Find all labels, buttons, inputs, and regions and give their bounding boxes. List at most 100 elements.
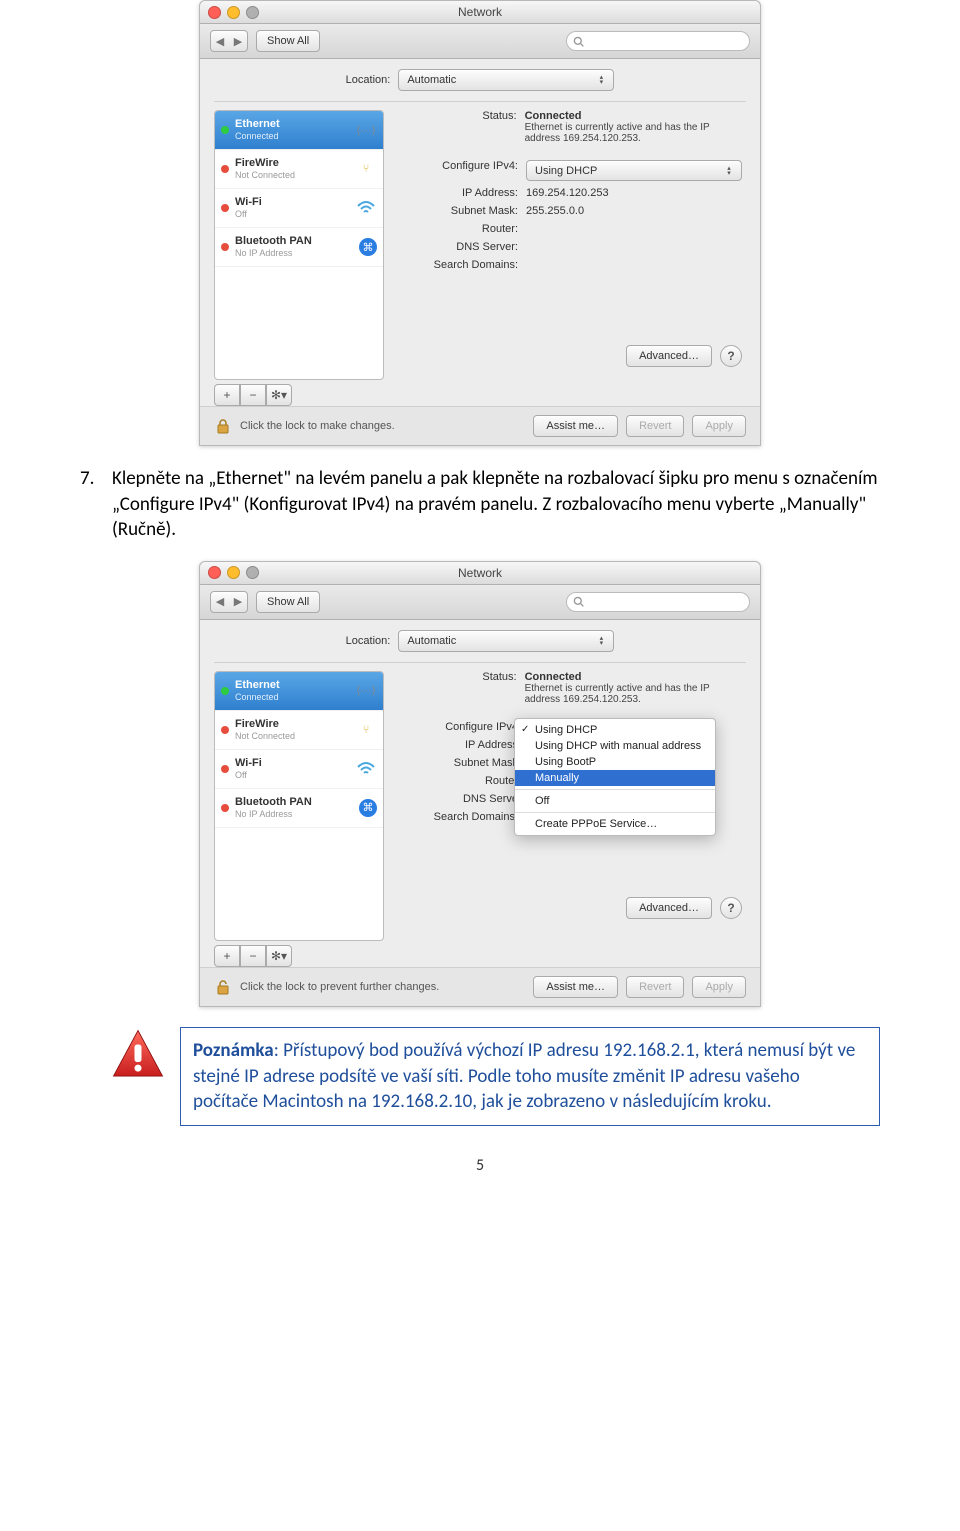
search-domains-label: Search Domains: bbox=[400, 811, 526, 823]
help-button[interactable]: ? bbox=[720, 897, 742, 919]
dns-server-label: DNS Serve bbox=[400, 793, 526, 805]
updown-icon: ▴▾ bbox=[595, 75, 607, 85]
sidebar-item-ethernet[interactable]: Ethernet Connected ⟨···⟩ bbox=[215, 111, 383, 150]
titlebar: Network bbox=[200, 562, 760, 585]
menu-item-bootp[interactable]: Using BootP bbox=[515, 754, 715, 770]
search-input[interactable] bbox=[566, 592, 750, 612]
lock-text: Click the lock to make changes. bbox=[240, 420, 525, 432]
status-dot-icon bbox=[221, 243, 229, 251]
add-interface-button[interactable]: + bbox=[214, 384, 240, 406]
interface-actions-button[interactable]: ✻▾ bbox=[266, 384, 292, 406]
step-7-text: 7. Klepněte na „Ethernet" na levém panel… bbox=[80, 466, 880, 543]
updown-icon: ▴▾ bbox=[723, 166, 735, 176]
note-block: Poznámka: Přístupový bod používá výchozí… bbox=[110, 1027, 880, 1126]
interface-sidebar: Ethernet Connected ⟨···⟩ FireWire Not Co… bbox=[214, 671, 384, 941]
location-value: Automatic bbox=[407, 635, 456, 647]
menu-item-off[interactable]: Off bbox=[515, 793, 715, 809]
sidebar-item-label: Wi-Fi bbox=[235, 757, 262, 769]
sidebar-item-firewire[interactable]: FireWire Not Connected ⑂ bbox=[215, 711, 383, 750]
status-dot-icon bbox=[221, 726, 229, 734]
menu-item-dhcp-manual[interactable]: Using DHCP with manual address bbox=[515, 738, 715, 754]
wifi-icon bbox=[355, 197, 377, 219]
sidebar-item-sub: Connected bbox=[235, 691, 280, 703]
router-label: Router: bbox=[400, 223, 526, 235]
toolbar: ◀▶ Show All bbox=[200, 585, 760, 620]
unlock-icon[interactable] bbox=[214, 978, 232, 996]
dns-server-label: DNS Server: bbox=[400, 241, 526, 253]
configure-ipv4-label: Configure IPv4: bbox=[400, 160, 526, 172]
sidebar-item-ethernet[interactable]: Ethernet Connected ⟨···⟩ bbox=[215, 672, 383, 711]
subnet-mask-label: Subnet Mask: bbox=[400, 205, 526, 217]
warning-icon bbox=[110, 1027, 166, 1083]
network-window-1: Network ◀▶ Show All Location: Automatic … bbox=[199, 0, 761, 446]
nav-back-forward[interactable]: ◀▶ bbox=[210, 591, 248, 613]
apply-button[interactable]: Apply bbox=[692, 415, 746, 437]
status-dot-icon bbox=[221, 165, 229, 173]
lock-text: Click the lock to prevent further change… bbox=[240, 981, 525, 993]
window-title: Network bbox=[200, 566, 760, 580]
sidebar-item-label: FireWire bbox=[235, 718, 295, 730]
sidebar-item-wifi[interactable]: Wi-Fi Off bbox=[215, 189, 383, 228]
sidebar-item-sub: Not Connected bbox=[235, 169, 295, 181]
sidebar-item-label: Bluetooth PAN bbox=[235, 796, 312, 808]
menu-separator bbox=[515, 812, 715, 813]
step-number: 7. bbox=[80, 466, 102, 543]
ip-address-value: 169.254.120.253 bbox=[526, 187, 609, 199]
sidebar-item-label: Ethernet bbox=[235, 679, 280, 691]
subnet-mask-label: Subnet Mask bbox=[400, 757, 526, 769]
status-label: Status: bbox=[400, 671, 525, 683]
step-body: Klepněte na „Ethernet" na levém panelu a… bbox=[112, 466, 880, 543]
sidebar-item-sub: Off bbox=[235, 769, 262, 781]
assist-me-button[interactable]: Assist me… bbox=[533, 415, 618, 437]
sidebar-item-wifi[interactable]: Wi-Fi Off bbox=[215, 750, 383, 789]
show-all-button[interactable]: Show All bbox=[256, 591, 320, 613]
updown-icon: ▴▾ bbox=[595, 636, 607, 646]
revert-button[interactable]: Revert bbox=[626, 415, 684, 437]
location-select[interactable]: Automatic ▴▾ bbox=[398, 630, 614, 652]
sidebar-item-sub: Not Connected bbox=[235, 730, 295, 742]
bluetooth-icon: ⌘ bbox=[359, 799, 377, 817]
sidebar-item-sub: No IP Address bbox=[235, 808, 312, 820]
menu-item-create-pppoe[interactable]: Create PPPoE Service… bbox=[515, 816, 715, 832]
ethernet-icon: ⟨···⟩ bbox=[355, 119, 377, 141]
menu-item-manually[interactable]: Manually bbox=[515, 770, 715, 786]
search-icon bbox=[573, 36, 584, 47]
lock-icon[interactable] bbox=[214, 417, 232, 435]
sidebar-item-label: Ethernet bbox=[235, 118, 280, 130]
note-label: Poznámka bbox=[193, 1039, 274, 1062]
apply-button[interactable]: Apply bbox=[692, 976, 746, 998]
revert-button[interactable]: Revert bbox=[626, 976, 684, 998]
firewire-icon: ⑂ bbox=[355, 158, 377, 180]
add-interface-button[interactable]: + bbox=[214, 945, 240, 967]
menu-separator bbox=[515, 789, 715, 790]
assist-me-button[interactable]: Assist me… bbox=[533, 976, 618, 998]
status-desc: Ethernet is currently active and has the… bbox=[525, 122, 742, 144]
remove-interface-button[interactable]: − bbox=[240, 945, 266, 967]
configure-ipv4-label: Configure IPv4 bbox=[400, 721, 526, 733]
remove-interface-button[interactable]: − bbox=[240, 384, 266, 406]
wifi-icon bbox=[355, 758, 377, 780]
sidebar-item-bluetooth[interactable]: Bluetooth PAN No IP Address ⌘ bbox=[215, 789, 383, 828]
subnet-mask-value: 255.255.0.0 bbox=[526, 205, 584, 217]
interface-actions-button[interactable]: ✻▾ bbox=[266, 945, 292, 967]
ip-address-label: IP Address bbox=[400, 739, 526, 751]
status-dot-icon bbox=[221, 687, 229, 695]
sidebar-item-label: Bluetooth PAN bbox=[235, 235, 312, 247]
toolbar: ◀▶ Show All bbox=[200, 24, 760, 59]
advanced-button[interactable]: Advanced… bbox=[626, 345, 712, 367]
show-all-button[interactable]: Show All bbox=[256, 30, 320, 52]
menu-item-using-dhcp[interactable]: Using DHCP bbox=[515, 722, 715, 738]
sidebar-item-sub: Off bbox=[235, 208, 262, 220]
nav-back-forward[interactable]: ◀▶ bbox=[210, 30, 248, 52]
sidebar-item-bluetooth[interactable]: Bluetooth PAN No IP Address ⌘ bbox=[215, 228, 383, 267]
location-select[interactable]: Automatic ▴▾ bbox=[398, 69, 614, 91]
advanced-button[interactable]: Advanced… bbox=[626, 897, 712, 919]
help-button[interactable]: ? bbox=[720, 345, 742, 367]
search-input[interactable] bbox=[566, 31, 750, 51]
configure-ipv4-select[interactable]: Using DHCP ▴▾ bbox=[526, 160, 742, 181]
bottom-bar: Click the lock to prevent further change… bbox=[200, 967, 760, 1006]
bottom-bar: Click the lock to make changes. Assist m… bbox=[200, 406, 760, 445]
sidebar-item-firewire[interactable]: FireWire Not Connected ⑂ bbox=[215, 150, 383, 189]
sidebar-item-sub: No IP Address bbox=[235, 247, 312, 259]
sidebar-item-label: FireWire bbox=[235, 157, 295, 169]
